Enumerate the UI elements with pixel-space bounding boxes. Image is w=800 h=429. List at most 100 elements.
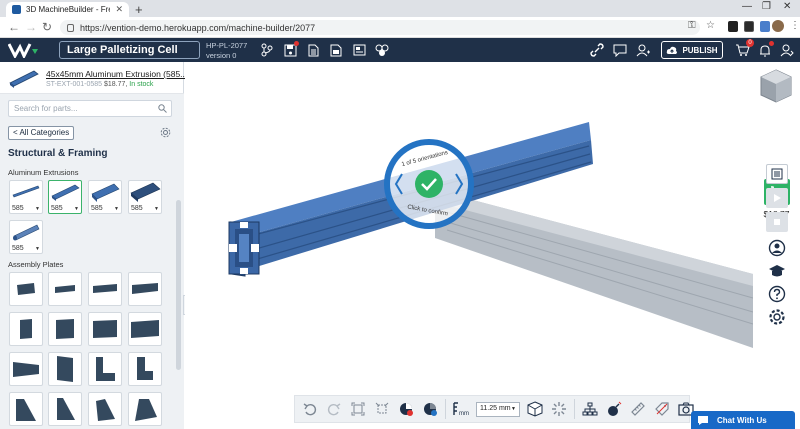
layout-icon[interactable] bbox=[350, 41, 368, 59]
extension-blue-icon[interactable] bbox=[760, 21, 770, 32]
subcategory-plates-label: Assembly Plates bbox=[8, 260, 64, 269]
selected-part-name[interactable]: 45x45mm Aluminum Extrusion (585... bbox=[46, 69, 187, 79]
plate-tile[interactable] bbox=[88, 392, 122, 426]
dropdown-caret-icon[interactable]: ▼ bbox=[114, 206, 119, 212]
catalog-settings-icon[interactable] bbox=[160, 127, 171, 138]
share-link-icon[interactable] bbox=[588, 41, 606, 59]
dropdown-caret-icon[interactable]: ▼ bbox=[35, 206, 40, 212]
key-icon[interactable]: ⚿ bbox=[688, 20, 696, 31]
fit-view-icon[interactable] bbox=[349, 400, 367, 418]
bill-of-materials-button[interactable] bbox=[766, 164, 788, 184]
maximize-icon[interactable]: ❐ bbox=[762, 1, 771, 12]
extrusion-tile-5[interactable]: 585 ▼ bbox=[9, 220, 43, 254]
minimize-icon[interactable]: — bbox=[742, 1, 752, 12]
add-collaborator-icon[interactable] bbox=[634, 41, 652, 59]
measure-icon[interactable] bbox=[421, 400, 439, 418]
panel-scrollbar[interactable] bbox=[176, 200, 181, 370]
plate-tile[interactable] bbox=[128, 352, 162, 386]
dropdown-caret-icon[interactable]: ▼ bbox=[74, 206, 79, 212]
parts-search-placeholder: Search for parts... bbox=[14, 104, 78, 113]
plate-tile[interactable] bbox=[128, 392, 162, 426]
bottom-toolbar: mm 11.25 mm ▼ bbox=[294, 395, 694, 423]
3d-viewport[interactable]: 1 of 5 orientations Click to confirm bbox=[185, 62, 753, 429]
chat-with-us-button[interactable]: Chat With Us bbox=[691, 411, 795, 429]
academy-icon[interactable] bbox=[767, 261, 787, 281]
plate-tile[interactable] bbox=[128, 272, 162, 306]
plate-tile[interactable] bbox=[9, 352, 43, 386]
close-window-icon[interactable]: ✕ bbox=[783, 1, 791, 12]
vention-logo-icon[interactable] bbox=[8, 42, 38, 58]
plate-tile[interactable] bbox=[88, 312, 122, 346]
browser-tabstrip: 3D MachineBuilder - Free Cloud ✕ + — ❐ ✕ bbox=[0, 0, 800, 17]
project-name-field[interactable]: Large Palletizing Cell bbox=[59, 41, 200, 59]
publish-button[interactable]: PUBLISH bbox=[661, 41, 723, 59]
extension-f-icon[interactable] bbox=[744, 21, 754, 32]
save-badge bbox=[294, 41, 299, 46]
help-icon[interactable] bbox=[767, 284, 787, 304]
assistant-icon[interactable] bbox=[767, 238, 787, 258]
plate-tile[interactable] bbox=[9, 392, 43, 426]
settings-gear-icon[interactable] bbox=[767, 307, 787, 327]
ruler-icon[interactable] bbox=[629, 400, 647, 418]
extrusion-tile-1[interactable]: 585 ▼ bbox=[9, 180, 43, 214]
play-simulation-button[interactable] bbox=[766, 188, 788, 208]
dropdown-caret-icon[interactable]: ▼ bbox=[154, 206, 159, 212]
url-text: https://vention-demo.herokuapp.com/machi… bbox=[80, 22, 316, 33]
plate-thumb bbox=[13, 362, 39, 377]
comments-icon[interactable] bbox=[611, 41, 629, 59]
snap-unit-icon[interactable]: mm bbox=[452, 400, 470, 418]
account-icon[interactable] bbox=[778, 41, 796, 59]
toolbar-divider bbox=[574, 399, 575, 419]
extrusion-length: 585 bbox=[131, 205, 143, 212]
bookmark-star-icon[interactable]: ☆ bbox=[706, 20, 715, 31]
extrusion-tile-2[interactable]: 585 ▼ bbox=[48, 180, 82, 214]
snap-distance-value: 11.25 mm bbox=[480, 404, 511, 412]
snap-distance-select[interactable]: 11.25 mm ▼ bbox=[476, 401, 520, 417]
plate-tile[interactable] bbox=[48, 272, 82, 306]
cart-icon[interactable]: 0 bbox=[733, 39, 754, 59]
browser-tab[interactable]: 3D MachineBuilder - Free Cloud ✕ bbox=[6, 2, 129, 17]
plate-thumb bbox=[93, 320, 117, 338]
profile-avatar[interactable] bbox=[772, 20, 784, 32]
plate-tile[interactable] bbox=[88, 272, 122, 306]
select-area-icon[interactable] bbox=[373, 400, 391, 418]
back-icon[interactable]: ← bbox=[8, 20, 20, 34]
all-categories-button[interactable]: < All Categories bbox=[8, 126, 75, 140]
close-tab-icon[interactable]: ✕ bbox=[115, 4, 123, 15]
view-cube-icon[interactable] bbox=[757, 67, 795, 105]
browser-menu-icon[interactable]: ⋮ bbox=[790, 20, 800, 31]
section-view-icon[interactable] bbox=[397, 400, 415, 418]
reload-icon[interactable]: ↻ bbox=[42, 20, 52, 34]
explode-bomb-icon[interactable] bbox=[605, 400, 623, 418]
new-tab-icon[interactable]: + bbox=[135, 2, 143, 17]
hierarchy-icon[interactable] bbox=[581, 400, 599, 418]
branch-icon[interactable] bbox=[258, 41, 276, 59]
plate-tile[interactable] bbox=[9, 272, 43, 306]
plate-thumb bbox=[55, 285, 75, 293]
redo-icon[interactable] bbox=[325, 400, 343, 418]
document-icon[interactable] bbox=[304, 41, 322, 59]
parts-search-input[interactable]: Search for parts... bbox=[8, 100, 172, 117]
save-icon[interactable] bbox=[281, 41, 299, 59]
plate-tile[interactable] bbox=[9, 312, 43, 346]
stop-simulation-button[interactable] bbox=[766, 212, 788, 232]
export-cad-icon[interactable] bbox=[327, 41, 345, 59]
components-icon[interactable] bbox=[373, 41, 391, 59]
tag-icon[interactable] bbox=[653, 400, 671, 418]
dropdown-caret-icon[interactable]: ▼ bbox=[35, 246, 40, 252]
extension-icon[interactable] bbox=[728, 21, 738, 32]
extrusion-tile-4[interactable]: 585 ▼ bbox=[128, 180, 162, 214]
forward-icon[interactable]: → bbox=[25, 20, 37, 34]
plate-tile[interactable] bbox=[48, 352, 82, 386]
lock-icon bbox=[67, 23, 74, 32]
explode-view-icon[interactable] bbox=[550, 400, 568, 418]
undo-icon[interactable] bbox=[301, 400, 319, 418]
cube-view-icon[interactable] bbox=[526, 400, 544, 418]
notifications-icon[interactable] bbox=[756, 41, 774, 59]
plate-tile[interactable] bbox=[88, 352, 122, 386]
address-bar[interactable]: https://vention-demo.herokuapp.com/machi… bbox=[60, 20, 700, 35]
extrusion-tile-3[interactable]: 585 ▼ bbox=[88, 180, 122, 214]
plate-tile[interactable] bbox=[128, 312, 162, 346]
plate-tile[interactable] bbox=[48, 312, 82, 346]
plate-tile[interactable] bbox=[48, 392, 82, 426]
